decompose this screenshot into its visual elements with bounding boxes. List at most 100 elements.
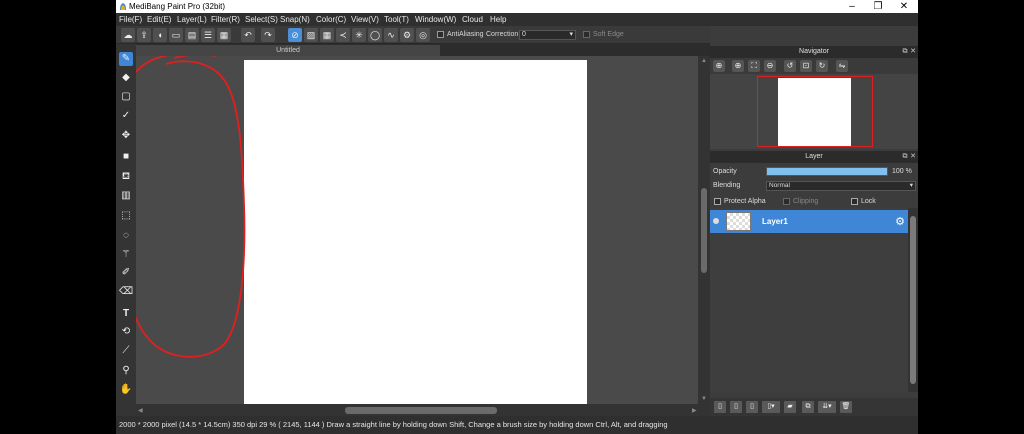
menu-window[interactable]: Window(W) — [415, 15, 456, 24]
navigator-preview[interactable] — [710, 74, 918, 149]
zoom-in-icon[interactable]: ⊕ — [713, 60, 725, 72]
perspective-snap-icon[interactable]: ≺ — [336, 28, 350, 42]
delete-layer-icon[interactable]: 🗑 — [840, 401, 852, 413]
comment-icon[interactable]: ▭ — [169, 28, 183, 42]
select-eraser-tool-icon[interactable]: ⌫ — [119, 285, 133, 299]
layer-list-scrollbar[interactable] — [908, 208, 918, 392]
settings-snap-icon[interactable]: ⚙ — [400, 28, 414, 42]
page-icon[interactable]: ▤ — [185, 28, 199, 42]
operation-tool-icon[interactable]: ⟲ — [119, 325, 133, 339]
soft-edge-checkbox[interactable] — [583, 31, 590, 38]
clipping-checkbox[interactable] — [783, 198, 790, 205]
speech-bubble-icon[interactable]: ◖ — [153, 28, 167, 42]
menu-select[interactable]: Select(S) — [245, 15, 278, 24]
tab-untitled[interactable]: Untitled — [136, 45, 440, 56]
curve-snap-icon[interactable]: ∿ — [384, 28, 398, 42]
close-icon[interactable]: ✕ — [909, 151, 917, 163]
chevron-down-icon: ▾ — [909, 182, 913, 189]
flip-icon[interactable]: ⇋ — [836, 60, 848, 72]
fit-icon[interactable]: ⛶ — [748, 60, 760, 72]
rotate-left-icon[interactable]: ↺ — [784, 60, 796, 72]
blending-select[interactable]: Normal ▾ — [766, 181, 916, 191]
scroll-up-icon[interactable]: ▲ — [701, 58, 707, 64]
redo-icon[interactable]: ↷ — [261, 28, 275, 42]
text-tool-icon[interactable]: T — [119, 307, 133, 321]
gear-icon[interactable]: ⚙ — [895, 215, 905, 228]
menu-cloud[interactable]: Cloud — [462, 15, 483, 24]
fill-rectangle-tool-icon[interactable]: ■ — [119, 150, 133, 164]
red-annotation-circle — [136, 56, 246, 358]
antialiasing-checkbox[interactable] — [437, 31, 444, 38]
divide-tool-icon[interactable]: ⟋ — [119, 344, 133, 358]
layer-scroll-thumb[interactable] — [910, 216, 916, 384]
visibility-toggle[interactable] — [713, 218, 719, 224]
close-icon[interactable]: ✕ — [909, 46, 917, 58]
target-icon[interactable]: ◎ — [416, 28, 430, 42]
maximize-button[interactable]: ❐ — [864, 0, 892, 13]
snap-off-icon[interactable]: ⊘ — [288, 28, 302, 42]
bucket-tool-icon[interactable]: ⛾ — [119, 170, 133, 184]
minimize-button[interactable]: – — [838, 0, 866, 13]
scroll-left-icon[interactable]: ◀ — [138, 407, 143, 414]
duplicate-layer-icon[interactable]: ⧉ — [802, 401, 814, 413]
undock-icon[interactable]: ⧉ — [901, 151, 909, 163]
grid-icon[interactable]: ▦ — [217, 28, 231, 42]
cloud-icon[interactable]: ☁ — [121, 28, 135, 42]
brush-tool-icon[interactable]: ✎ — [119, 52, 133, 66]
undock-icon[interactable]: ⧉ — [901, 46, 909, 58]
protect-alpha-checkbox[interactable] — [714, 198, 721, 205]
lasso-tool-icon[interactable]: ◌ — [119, 229, 133, 243]
lock-checkbox[interactable] — [851, 198, 858, 205]
zoom-out-icon[interactable]: ⊖ — [764, 60, 776, 72]
horizontal-scroll-thumb[interactable] — [345, 407, 497, 414]
share-icon[interactable]: ⇪ — [137, 28, 151, 42]
gradient-tool-icon[interactable]: ▥ — [119, 189, 133, 203]
dot-tool-icon[interactable]: ▢ — [119, 90, 133, 104]
menu-tool[interactable]: Tool(T) — [384, 15, 409, 24]
menu-filter[interactable]: Filter(R) — [211, 15, 240, 24]
select-tool-icon[interactable]: ⬚ — [119, 209, 133, 223]
close-button[interactable]: ✕ — [890, 0, 918, 13]
canvas-horizontal-scrollbar[interactable]: ◀ ▶ — [136, 404, 710, 416]
menu-color[interactable]: Color(C) — [316, 15, 346, 24]
canvas-area[interactable] — [136, 56, 698, 404]
layer-panel-title: Layer — [805, 153, 823, 160]
parallel-snap-icon[interactable]: ▨ — [304, 28, 318, 42]
hand-tool-icon[interactable]: ✋ — [119, 383, 133, 397]
scroll-down-icon[interactable]: ▼ — [701, 396, 707, 402]
add-layer-menu-icon[interactable]: ▯▾ — [762, 401, 780, 413]
menu-layer[interactable]: Layer(L) — [177, 15, 207, 24]
menu-file[interactable]: File(F) — [119, 15, 142, 24]
menu-view[interactable]: View(V) — [351, 15, 379, 24]
list-icon[interactable]: ☰ — [201, 28, 215, 42]
move-tool-icon[interactable]: ✥ — [119, 129, 133, 143]
select-pen-tool-icon[interactable]: ✐ — [119, 266, 133, 280]
eraser-tool-icon[interactable]: ◆ — [119, 71, 133, 85]
radial-snap-icon[interactable]: ✳ — [352, 28, 366, 42]
navigator-viewport-frame[interactable] — [757, 76, 873, 147]
magic-wand-tool-icon[interactable]: ⚚ — [119, 248, 133, 262]
menu-snap[interactable]: Snap(N) — [280, 15, 310, 24]
pen-tool-icon[interactable]: ✓ — [119, 109, 133, 123]
vertical-scroll-thumb[interactable] — [701, 188, 707, 273]
merge-layer-icon[interactable]: ⇊▾ — [818, 401, 836, 413]
menu-help[interactable]: Help — [490, 15, 506, 24]
new-8bit-layer-icon[interactable]: ▯ — [746, 401, 758, 413]
opacity-slider[interactable] — [766, 167, 888, 176]
eyedropper-tool-icon[interactable]: ⚲ — [119, 364, 133, 378]
new-halftone-layer-icon[interactable]: ▯ — [730, 401, 742, 413]
rotate-right-icon[interactable]: ↻ — [816, 60, 828, 72]
undo-icon[interactable]: ↶ — [241, 28, 255, 42]
new-layer-icon[interactable]: ▯ — [714, 401, 726, 413]
correction-select[interactable]: 0 ▾ — [519, 30, 576, 40]
menu-edit[interactable]: Edit(E) — [147, 15, 171, 24]
canvas-paper[interactable] — [244, 60, 587, 404]
scroll-right-icon[interactable]: ▶ — [692, 407, 697, 414]
zoom-in-alt-icon[interactable]: ⊕ — [732, 60, 744, 72]
circle-snap-icon[interactable]: ◯ — [368, 28, 382, 42]
layer-row[interactable]: Layer1 ⚙ — [710, 210, 908, 233]
folder-icon[interactable]: ▰ — [784, 401, 796, 413]
reset-rotation-icon[interactable]: ⊡ — [800, 60, 812, 72]
grid-snap-icon[interactable]: ▦ — [320, 28, 334, 42]
canvas-vertical-scrollbar[interactable]: ▲ ▼ — [698, 56, 710, 404]
